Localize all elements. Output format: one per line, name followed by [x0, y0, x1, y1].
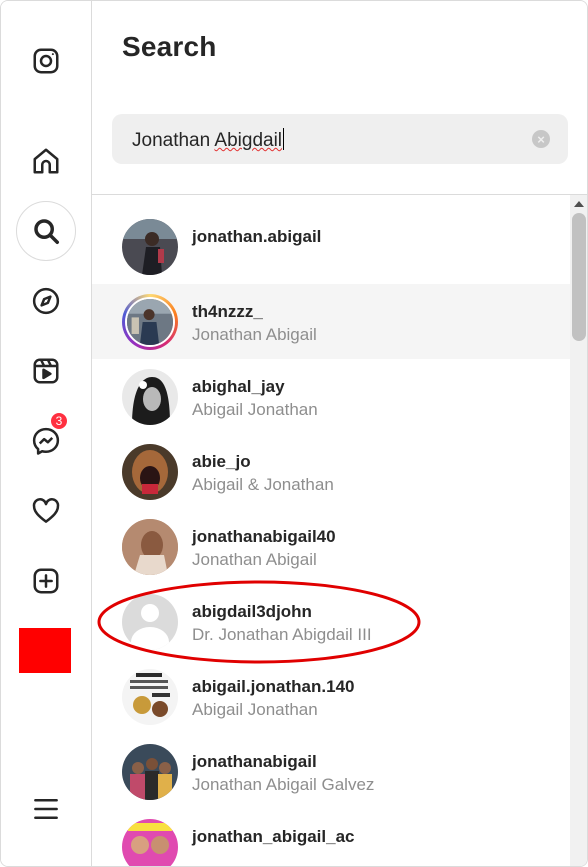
- result-fullname: Jonathan Abigail: [192, 325, 317, 344]
- search-panel: Search Jonathan Abigdail × jonathan.abig…: [92, 1, 587, 866]
- default-avatar: [122, 594, 178, 650]
- heart-icon[interactable]: [16, 481, 76, 541]
- result-row[interactable]: jonathan.abigail: [92, 209, 570, 284]
- search-value-word-2: Abigdail: [214, 130, 283, 151]
- instagram-window: 3 Search Jonathan Abigdail × jonathan.ab…: [0, 0, 588, 867]
- avatar: [122, 669, 178, 725]
- profile-avatar-redacted[interactable]: [19, 628, 71, 673]
- result-row[interactable]: jonathanabigail Jonathan Abigail Galvez: [92, 734, 570, 809]
- menu-icon[interactable]: [16, 779, 76, 839]
- panel-title: Search: [122, 31, 217, 62]
- result-username: jonathan.abigail: [192, 227, 322, 246]
- scrollbar[interactable]: [570, 195, 587, 866]
- result-row[interactable]: abigail.jonathan.140 Abigail Jonathan: [92, 659, 570, 734]
- notification-badge: 3: [49, 411, 69, 431]
- result-fullname: Abigail & Jonathan: [192, 475, 334, 494]
- result-fullname: Abigail Jonathan: [192, 400, 318, 419]
- result-row[interactable]: abigdail3djohn Dr. Jonathan Abigdail III: [92, 584, 570, 659]
- sidebar-rail: 3: [1, 1, 92, 866]
- scroll-up-arrow-icon[interactable]: [574, 201, 584, 207]
- search-input-value[interactable]: Jonathan Abigdail: [132, 128, 285, 152]
- search-value-word-1: Jonathan: [132, 130, 215, 151]
- avatar-story-ring: [122, 294, 178, 350]
- result-row[interactable]: th4nzzz_ Jonathan Abigail: [92, 284, 570, 359]
- explore-icon[interactable]: [16, 271, 76, 331]
- divider: [92, 194, 587, 195]
- result-username: abighal_jay: [192, 377, 285, 396]
- result-row[interactable]: jonathanabigail40 Jonathan Abigail: [92, 509, 570, 584]
- result-row[interactable]: jonathan_abigail_ac: [92, 809, 570, 866]
- result-username: abigail.jonathan.140: [192, 677, 355, 696]
- result-row[interactable]: abighal_jay Abigail Jonathan: [92, 359, 570, 434]
- result-username: abie_jo: [192, 452, 251, 471]
- avatar: [122, 819, 178, 866]
- avatar: [122, 444, 178, 500]
- avatar: [122, 744, 178, 800]
- text-caret: [283, 128, 285, 150]
- result-fullname: Dr. Jonathan Abigdail III: [192, 625, 372, 644]
- result-fullname: Abigail Jonathan: [192, 700, 318, 719]
- search-results: jonathan.abigail th4nzzz_ Jonathan Abiga…: [92, 209, 570, 866]
- reels-icon[interactable]: [16, 341, 76, 401]
- avatar: [122, 519, 178, 575]
- result-username: jonathan_abigail_ac: [192, 827, 355, 846]
- search-input[interactable]: Jonathan Abigdail ×: [112, 114, 568, 164]
- messenger-icon[interactable]: 3: [16, 411, 76, 471]
- result-row[interactable]: abie_jo Abigail & Jonathan: [92, 434, 570, 509]
- result-username: jonathanabigail40: [192, 527, 336, 546]
- instagram-logo-icon[interactable]: [16, 31, 76, 91]
- avatar: [122, 219, 178, 275]
- scroll-thumb[interactable]: [572, 213, 586, 341]
- avatar: [122, 369, 178, 425]
- result-username: jonathanabigail: [192, 752, 317, 771]
- result-username: abigdail3djohn: [192, 602, 312, 621]
- search-icon[interactable]: [16, 201, 76, 261]
- create-icon[interactable]: [16, 551, 76, 611]
- clear-icon[interactable]: ×: [532, 130, 550, 148]
- result-username: th4nzzz_: [192, 302, 263, 321]
- home-icon[interactable]: [16, 131, 76, 191]
- result-fullname: Jonathan Abigail Galvez: [192, 775, 375, 794]
- result-fullname: Jonathan Abigail: [192, 550, 317, 569]
